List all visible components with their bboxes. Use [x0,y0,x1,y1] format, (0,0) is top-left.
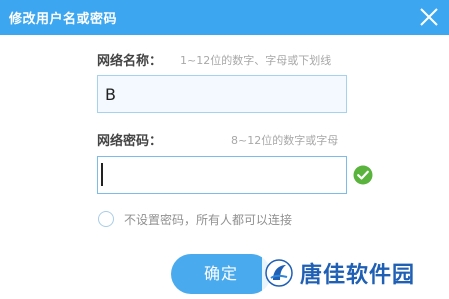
dialog-title: 修改用户名或密码 [9,12,118,27]
no-password-label[interactable]: 不设置密码，所有人都可以连接 [124,211,292,228]
network-password-hint: 8~12位的数字或字母 [231,134,339,147]
network-name-hint: 1~12位的数字、字母或下划线 [180,54,332,67]
network-name-label: 网络名称： [97,54,163,69]
text-cursor [101,163,103,186]
watermark-logo-icon [265,259,293,287]
watermark-text: 唐佳软件园 [300,263,416,288]
watermark: 唐佳软件园 [262,255,422,291]
network-name-input[interactable] [97,75,347,113]
dialog-titlebar: 修改用户名或密码 [0,0,449,35]
check-circle-icon [353,165,373,185]
network-password-input[interactable] [97,156,347,194]
confirm-button[interactable]: 确定 [171,254,271,294]
no-password-radio[interactable] [98,211,114,227]
close-icon [420,8,438,26]
close-button[interactable] [407,0,449,35]
network-password-label: 网络密码： [97,134,163,149]
